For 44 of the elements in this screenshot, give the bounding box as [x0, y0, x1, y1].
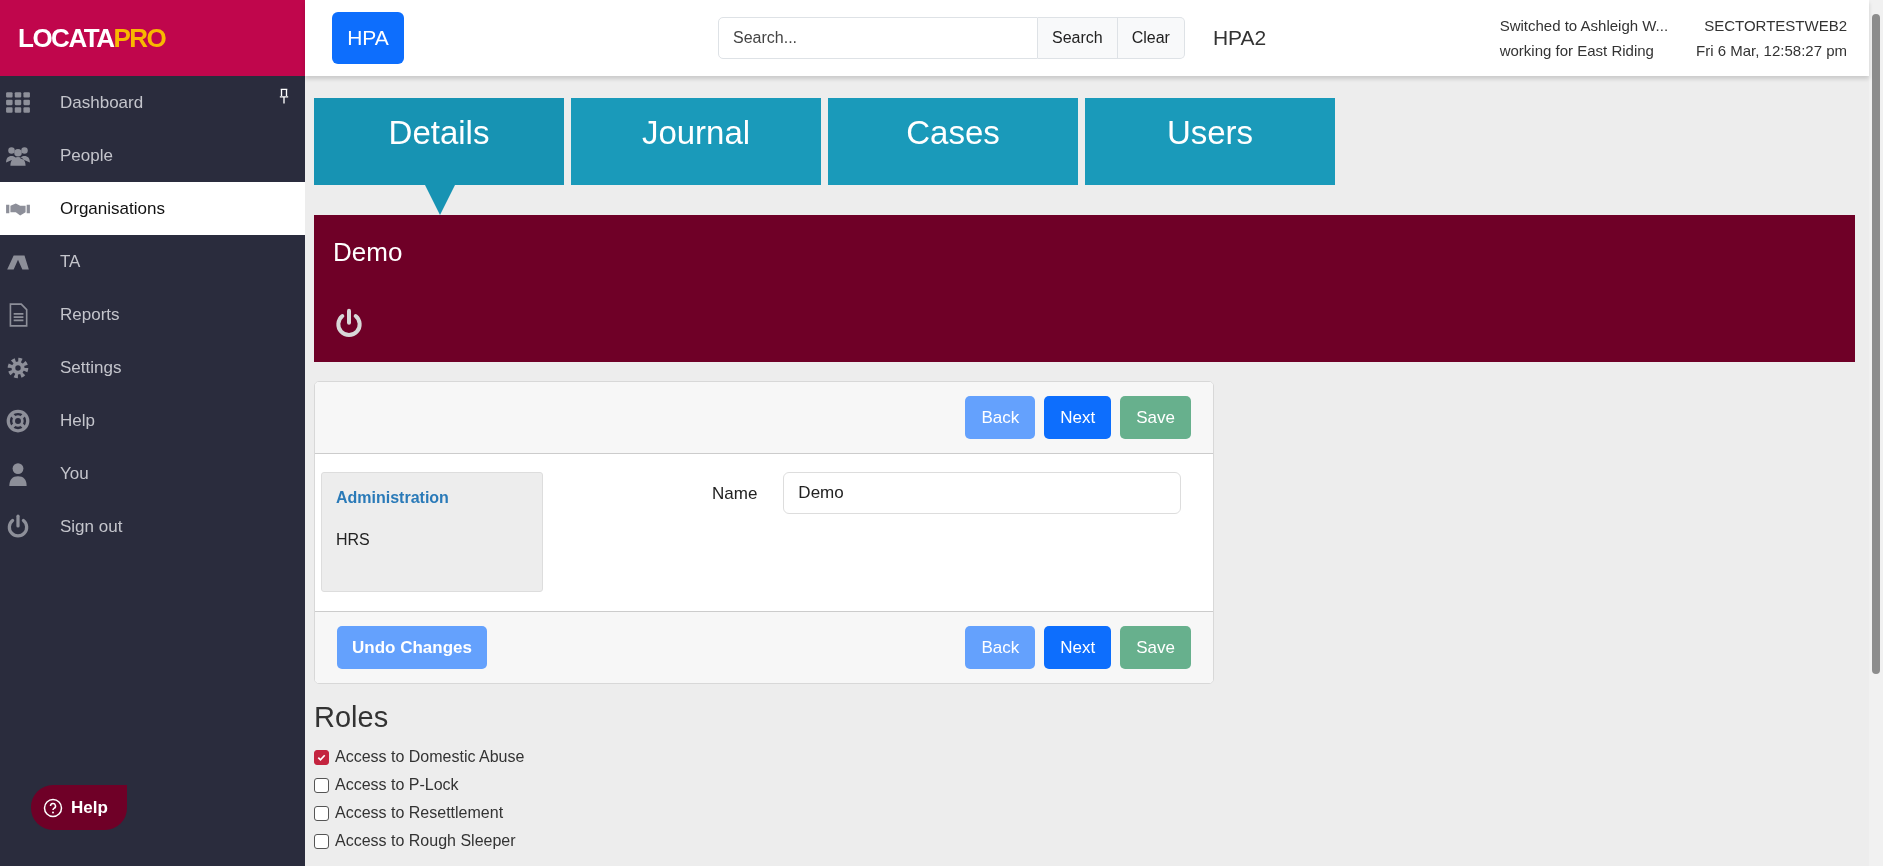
role-label: Access to Rough Sleeper: [335, 832, 516, 850]
role-label: Access to Domestic Abuse: [335, 748, 525, 766]
tab[interactable]: Details: [314, 98, 564, 185]
help-button[interactable]: Help: [31, 785, 127, 830]
checkbox[interactable]: [314, 805, 329, 821]
checkbox[interactable]: [314, 749, 329, 765]
power-icon[interactable]: [333, 308, 365, 340]
checkbox[interactable]: [314, 777, 329, 793]
roles-heading: Roles: [314, 701, 390, 734]
side-panel-heading[interactable]: Administration: [336, 489, 449, 507]
role-label: Access to P-Lock: [335, 776, 459, 794]
side-panel-item[interactable]: HRS: [336, 531, 370, 549]
user-info-text: working for East Riding: [1499, 42, 1655, 59]
pin-icon[interactable]: [279, 88, 289, 104]
server-name: SECTORTESTWEB2: [1704, 17, 1847, 34]
sidebar-item[interactable]: Settings: [0, 341, 305, 394]
sidebar-item[interactable]: Help: [0, 394, 305, 447]
user-info-text: Switched to Ashleigh W...: [1499, 17, 1669, 34]
sidebar-item[interactable]: TA: [0, 235, 305, 288]
sidebar-item[interactable]: Dashboard: [0, 76, 305, 129]
banner-title: Demo: [333, 237, 403, 268]
sidebar-item[interactable]: People: [0, 129, 305, 182]
name-field[interactable]: Demo: [783, 472, 1182, 514]
sidebar-item[interactable]: You: [0, 447, 305, 500]
next-button[interactable]: Next: [1044, 626, 1112, 669]
next-button[interactable]: Next: [1044, 396, 1112, 439]
date-time: Fri 6 Mar, 12:58:27 pm: [1696, 42, 1847, 59]
checkbox[interactable]: [314, 833, 329, 849]
question-icon: [43, 797, 63, 818]
sidebar-item[interactable]: Sign out: [0, 500, 305, 553]
sidebar-item[interactable]: Reports: [0, 288, 305, 341]
logo[interactable]: LOCATAPRO: [18, 22, 166, 54]
app-button[interactable]: HPA: [332, 12, 404, 64]
name-label: Name: [712, 484, 758, 504]
lifebuoy-icon: [5, 407, 31, 434]
search-field[interactable]: Search...: [718, 17, 1038, 59]
role-label: Access to Resettlement: [335, 804, 504, 822]
grid-icon: [5, 89, 31, 116]
power-icon: [5, 513, 31, 540]
context-label: HPA2: [1212, 26, 1267, 50]
scrollbar[interactable]: [1869, 0, 1883, 866]
sidebar-item[interactable]: Organisations: [0, 182, 305, 235]
clear-button[interactable]: Clear: [1117, 17, 1185, 59]
search-button[interactable]: Search: [1038, 17, 1118, 59]
